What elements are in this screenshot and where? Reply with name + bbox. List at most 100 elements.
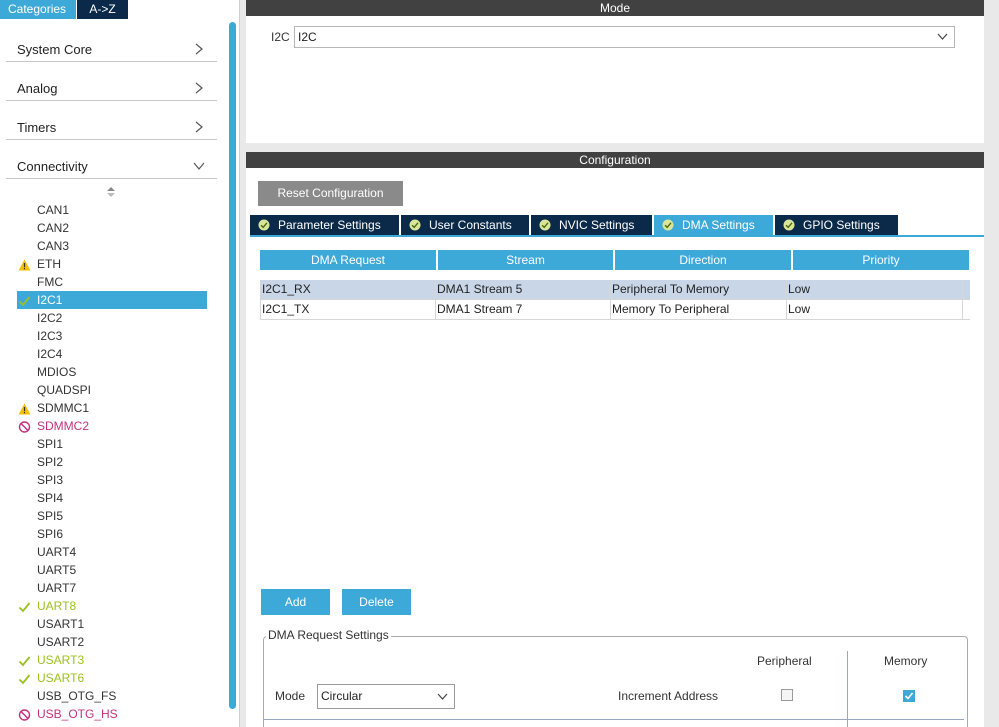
- peripheral-label: SPI2: [37, 455, 64, 469]
- peripheral-item-spi4[interactable]: SPI4: [17, 489, 207, 507]
- peripheral-item-sdmmc2[interactable]: SDMMC2: [17, 417, 207, 435]
- column-direction[interactable]: Direction: [615, 250, 791, 270]
- warning-icon: [18, 258, 31, 271]
- peripheral-item-uart8[interactable]: UART8: [17, 597, 207, 615]
- tab-label: DMA Settings: [682, 218, 755, 232]
- peripheral-item-uart5[interactable]: UART5: [17, 561, 207, 579]
- column-stream[interactable]: Stream: [438, 250, 613, 270]
- mode-header: Mode: [246, 0, 984, 16]
- peripheral-item-uart4[interactable]: UART4: [17, 543, 207, 561]
- peripheral-item-i2c1[interactable]: I2C1: [17, 291, 207, 309]
- dma-request-settings-group: [263, 636, 968, 727]
- peripheral-item-usb-otg-hs[interactable]: USB_OTG_HS: [17, 705, 207, 723]
- peripheral-label: SDMMC2: [37, 419, 90, 433]
- peripheral-item-can3[interactable]: CAN3: [17, 237, 207, 255]
- peripheral-label: USB_OTG_HS: [37, 707, 118, 721]
- peripheral-label: SPI6: [37, 527, 64, 541]
- column-dma-request[interactable]: DMA Request: [260, 250, 436, 270]
- peripheral-item-i2c4[interactable]: I2C4: [17, 345, 207, 363]
- peripheral-label: USART1: [37, 617, 85, 631]
- mode-i2c-select[interactable]: I2C: [294, 26, 955, 48]
- tab-label: User Constants: [429, 218, 512, 232]
- peripheral-item-spi1[interactable]: SPI1: [17, 435, 207, 453]
- blocked-icon: [18, 708, 31, 721]
- add-button[interactable]: Add: [261, 589, 330, 615]
- dma-mode-select[interactable]: Circular: [317, 684, 455, 709]
- peripheral-label: USART3: [37, 653, 85, 667]
- peripheral-item-sdmmc1[interactable]: SDMMC1: [17, 399, 207, 417]
- cell-priority: Low: [787, 280, 963, 299]
- peripheral-item-can1[interactable]: CAN1: [17, 201, 207, 219]
- peripheral-item-spi3[interactable]: SPI3: [17, 471, 207, 489]
- peripheral-item-usart1[interactable]: USART1: [17, 615, 207, 633]
- peripheral-label: USART2: [37, 635, 85, 649]
- peripheral-item-i2c3[interactable]: I2C3: [17, 327, 207, 345]
- checkmark-icon: [904, 692, 914, 700]
- peripheral-item-usart2[interactable]: USART2: [17, 633, 207, 651]
- check-circle-icon: [258, 219, 270, 231]
- dma-mode-label: Mode: [275, 689, 306, 703]
- checkmark-icon: [18, 600, 31, 613]
- column-priority[interactable]: Priority: [793, 250, 969, 270]
- peripheral-label: CAN3: [37, 239, 70, 253]
- chevron-right-icon: [195, 43, 203, 55]
- tab-gpio-settings[interactable]: GPIO Settings: [775, 215, 898, 235]
- peripheral-label: FMC: [37, 275, 63, 289]
- peripheral-item-mdios[interactable]: MDIOS: [17, 363, 207, 381]
- peripheral-label: SPI1: [37, 437, 64, 451]
- peripheral-item-fmc[interactable]: FMC: [17, 273, 207, 291]
- category-system-core[interactable]: System Core: [6, 23, 217, 62]
- table-row[interactable]: I2C1_RX DMA1 Stream 5 Peripheral To Memory…: [260, 280, 970, 300]
- peripheral-item-uart7[interactable]: UART7: [17, 579, 207, 597]
- cell-direction: Peripheral To Memory: [611, 280, 787, 299]
- peripheral-item-eth[interactable]: ETH: [17, 255, 207, 273]
- peripheral-label: CAN2: [37, 221, 70, 235]
- category-analog[interactable]: Analog: [6, 62, 217, 101]
- scrollbar[interactable]: [229, 22, 236, 709]
- chevron-down-icon: [937, 33, 948, 40]
- tab-categories[interactable]: Categories: [0, 0, 76, 19]
- peripheral-item-i2c2[interactable]: I2C2: [17, 309, 207, 327]
- peripheral-label: UART5: [37, 563, 77, 577]
- increment-memory-checkbox[interactable]: [903, 690, 915, 702]
- peripheral-item-spi5[interactable]: SPI5: [17, 507, 207, 525]
- table-row[interactable]: I2C1_TX DMA1 Stream 7 Memory To Peripheral…: [260, 300, 970, 320]
- peripheral-label: SPI4: [37, 491, 64, 505]
- tab-user-constants[interactable]: User Constants: [401, 215, 529, 235]
- cell-stream: DMA1 Stream 7: [436, 300, 611, 319]
- peripheral-item-spi6[interactable]: SPI6: [17, 525, 207, 543]
- tab-a-to-z[interactable]: A->Z: [77, 0, 128, 19]
- peripheral-label: UART8: [37, 599, 77, 613]
- check-circle-icon: [539, 219, 551, 231]
- reset-configuration-button[interactable]: Reset Configuration: [258, 181, 403, 206]
- increment-address-label: Increment Address: [618, 689, 719, 703]
- chevron-right-icon: [195, 82, 203, 94]
- delete-button[interactable]: Delete: [342, 589, 411, 615]
- peripheral-label: USB_OTG_FS: [37, 689, 117, 703]
- peripheral-item-can2[interactable]: CAN2: [17, 219, 207, 237]
- peripheral-item-usart3[interactable]: USART3: [17, 651, 207, 669]
- sort-icon[interactable]: [106, 186, 116, 198]
- peripheral-label: UART4: [37, 545, 77, 559]
- tab-nvic-settings[interactable]: NVIC Settings: [531, 215, 652, 235]
- increment-peripheral-checkbox[interactable]: [781, 689, 793, 701]
- peripheral-item-spi2[interactable]: SPI2: [17, 453, 207, 471]
- tab-label: NVIC Settings: [559, 218, 635, 232]
- peripheral-label: I2C2: [37, 311, 63, 325]
- category-timers[interactable]: Timers: [6, 101, 217, 140]
- row-divider: [264, 719, 964, 720]
- peripheral-item-quadspi[interactable]: QUADSPI: [17, 381, 207, 399]
- category-label: Timers: [17, 120, 57, 135]
- tab-dma-settings[interactable]: DMA Settings: [654, 215, 773, 235]
- cell-priority: Low: [787, 300, 963, 319]
- peripheral-item-usart6[interactable]: USART6: [17, 669, 207, 687]
- check-circle-icon: [662, 219, 674, 231]
- checkmark-icon: [18, 654, 31, 667]
- tab-parameter-settings[interactable]: Parameter Settings: [250, 215, 399, 235]
- chevron-down-icon: [193, 162, 205, 170]
- peripheral-item-usb-otg-fs[interactable]: USB_OTG_FS: [17, 687, 207, 705]
- blocked-icon: [18, 420, 31, 433]
- peripheral-list: CAN1 CAN2 CAN3 ETH FMC I2C1 I2C2 I2C3 I2C4 MDIOS Q…: [17, 201, 207, 723]
- peripheral-label: I2C3: [37, 329, 63, 343]
- category-connectivity[interactable]: Connectivity: [6, 140, 217, 179]
